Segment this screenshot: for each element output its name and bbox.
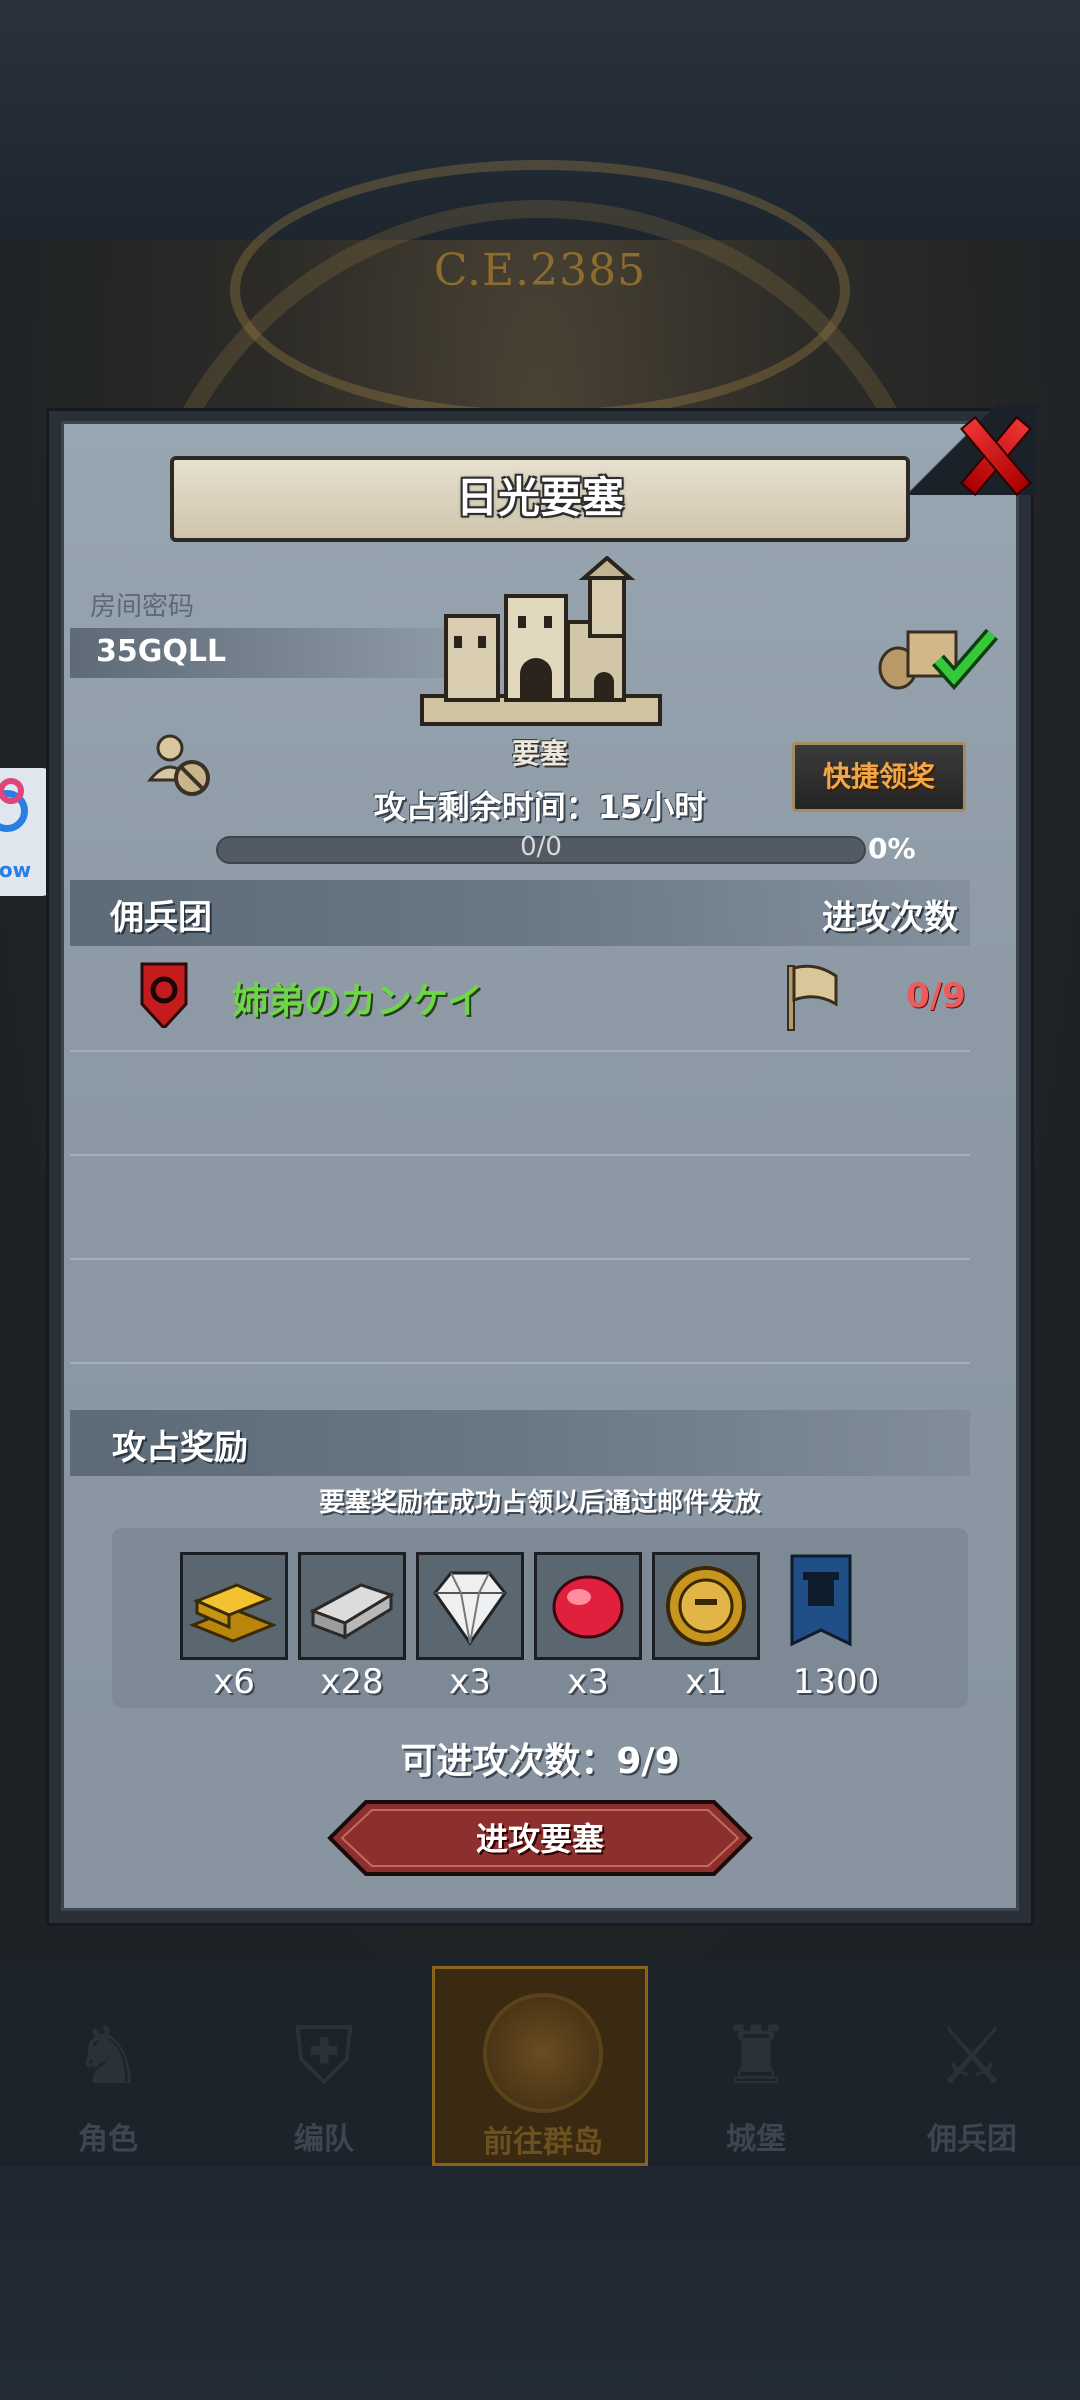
reward-item-knight-coin[interactable] xyxy=(652,1552,760,1660)
nav-item-archipelago[interactable]: 前往群岛 xyxy=(432,1966,648,2166)
reward-qty: x3 xyxy=(567,1662,609,1702)
dialog-title: 日光要塞 xyxy=(170,456,910,542)
reward-section-title: 攻占奖励 xyxy=(112,1428,248,1468)
reward-item-banner[interactable] xyxy=(770,1552,878,1660)
close-button[interactable] xyxy=(948,408,1038,498)
empty-row xyxy=(70,1258,970,1364)
nav-label: 佣兵团 xyxy=(927,2122,1017,2157)
silver-bar-icon xyxy=(309,1583,395,1640)
compass-icon xyxy=(483,1993,603,2113)
reward-claimed-icon xyxy=(878,628,999,691)
reward-item-silver[interactable] xyxy=(298,1552,406,1660)
reward-item-gold[interactable] xyxy=(180,1552,288,1660)
reward-qty: x1 xyxy=(685,1662,727,1702)
nav-item-mercenary[interactable]: ⚔ 佣兵团 xyxy=(864,1966,1080,2166)
nav-label: 编队 xyxy=(294,2122,354,2157)
room-code-value[interactable]: 35GQLL xyxy=(96,634,226,669)
diamond-icon xyxy=(433,1571,507,1646)
reward-qty: 1300 xyxy=(792,1662,880,1702)
flag-icon xyxy=(787,964,838,1031)
castle-icon: ♜ xyxy=(720,2009,792,2102)
fortress-icon xyxy=(420,556,662,726)
nav-label: 角色 xyxy=(78,2122,138,2157)
nav-item-castle[interactable]: ♜ 城堡 xyxy=(648,1966,864,2166)
remaining-time-text: 攻占剩余时间：15小时 xyxy=(373,788,707,826)
reward-item-ruby[interactable] xyxy=(534,1552,642,1660)
reward-qty: x6 xyxy=(213,1662,255,1702)
available-attacks-text: 可进攻次数：9/9 xyxy=(400,1741,680,1782)
nav-item-character[interactable]: ♞ 角色 xyxy=(0,1966,216,2166)
gold-bar-icon xyxy=(188,1583,278,1643)
era-year-text: C.E.2385 xyxy=(433,245,647,296)
capture-progress-text: 0/0 xyxy=(520,832,562,862)
capture-progress-percent: 0% xyxy=(868,832,916,865)
knight-icon: ♞ xyxy=(72,2009,144,2102)
side-button-label: low xyxy=(0,858,32,882)
empty-row xyxy=(70,1050,970,1156)
knight-coin-icon xyxy=(666,1566,746,1646)
empty-row xyxy=(70,1154,970,1260)
reward-qty: x28 xyxy=(320,1662,384,1702)
guild-name: 姉弟のカンケイ xyxy=(232,981,484,1022)
reward-qty: x3 xyxy=(449,1662,491,1702)
room-code-label: 房间密码 xyxy=(90,592,195,622)
reward-item-diamond[interactable] xyxy=(416,1552,524,1660)
attack-fortress-button[interactable]: 进攻要塞 xyxy=(326,1798,754,1878)
guild-emblem-icon xyxy=(140,962,188,1028)
castle-banner-icon xyxy=(790,1554,852,1647)
attack-count-header: 进攻次数 xyxy=(822,898,958,938)
ruby-icon xyxy=(552,1575,624,1639)
nav-item-formation[interactable]: ⛨ 编队 xyxy=(216,1966,432,2166)
mercenary-section-title: 佣兵团 xyxy=(110,898,212,938)
nav-label: 城堡 xyxy=(726,2122,786,2157)
guild-attack-count: 0/9 xyxy=(906,976,966,1016)
mercenary-icon: ⚔ xyxy=(936,2009,1008,2102)
reward-note: 要塞奖励在成功占领以后通过邮件发放 xyxy=(318,1488,761,1518)
attack-button-label: 进攻要塞 xyxy=(475,1820,604,1858)
helmet-icon: ⛨ xyxy=(294,2009,354,2102)
nav-label: 前往群岛 xyxy=(483,2125,603,2160)
